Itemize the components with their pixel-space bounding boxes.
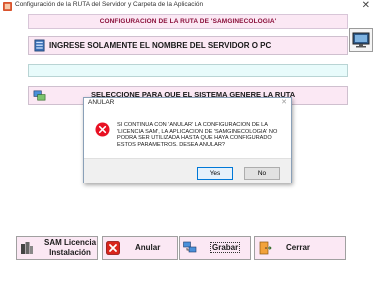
anular-label: Anular (135, 243, 161, 252)
dialog-body: SI CONTINUA CON 'ANULAR' LA CONFIGURACIO… (84, 110, 291, 158)
page-title: CONFIGURACION DE LA RUTA DE 'SAMGINECOLO… (28, 14, 348, 29)
cerrar-button[interactable]: Cerrar (254, 236, 346, 260)
server-path-input[interactable] (28, 64, 348, 77)
dialog-close-button[interactable]: ✕ (281, 98, 287, 106)
window-close-button[interactable]: ✕ (362, 0, 370, 12)
yes-button[interactable]: Yes (197, 167, 233, 180)
sam-license-label: SAM Licencia Instalación (44, 238, 96, 258)
error-icon (95, 122, 110, 137)
anular-confirm-dialog: ANULAR ✕ SI CONTINUA CON 'ANULAR' LA CON… (83, 97, 292, 183)
enter-server-name-button[interactable]: INGRESE SOLAMENTE EL NOMBRE DEL SERVIDOR… (28, 36, 348, 55)
enter-server-name-label: INGRESE SOLAMENTE EL NOMBRE DEL SERVIDOR… (49, 41, 272, 50)
monitor-button[interactable] (349, 28, 373, 52)
exit-door-icon (259, 241, 272, 255)
grabar-label: Grabar (210, 242, 241, 253)
app-icon (3, 2, 12, 11)
sam-license-button[interactable]: SAM Licencia Instalación (16, 236, 98, 260)
sam-license-line2: Instalación (49, 248, 91, 257)
save-computers-icon (183, 241, 197, 253)
no-button[interactable]: No (244, 167, 280, 180)
server-icon (34, 39, 45, 52)
monitor-icon (352, 32, 370, 48)
cancel-x-icon (106, 241, 120, 255)
dialog-title: ANULAR (88, 99, 115, 106)
cerrar-label: Cerrar (286, 243, 311, 252)
sam-license-line1: SAM Licencia (44, 238, 97, 247)
anular-button[interactable]: Anular (102, 236, 178, 260)
window-title: Configuración de la RUTA del Servidor y … (15, 1, 204, 8)
network-icon (33, 90, 46, 101)
license-icon (21, 242, 33, 254)
window-titlebar: Configuración de la RUTA del Servidor y … (0, 0, 375, 14)
dialog-message: SI CONTINUA CON 'ANULAR' LA CONFIGURACIO… (117, 122, 278, 148)
dialog-button-bar: Yes No (84, 158, 291, 183)
grabar-button[interactable]: Grabar (179, 236, 251, 260)
